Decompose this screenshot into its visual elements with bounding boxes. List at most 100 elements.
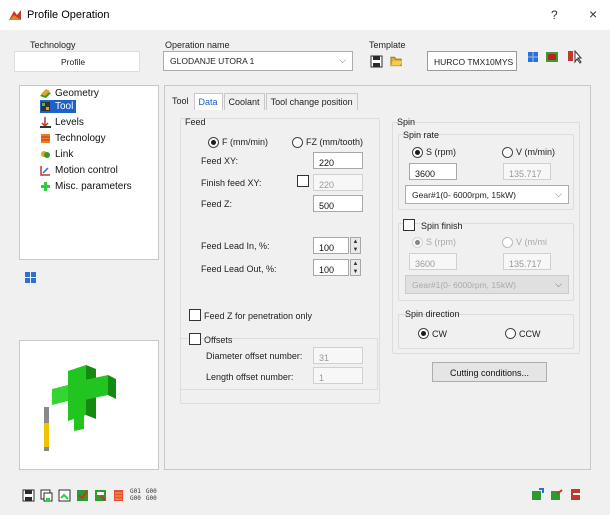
spin-title: Spin: [397, 117, 416, 127]
grid-view-icon[interactable]: [528, 52, 538, 62]
feed-f-label: F (mm/min): [222, 137, 268, 147]
tree-item-motion-control[interactable]: Motion control: [40, 164, 118, 177]
feed-fz-radio[interactable]: [292, 137, 303, 148]
spin-finish-checkbox[interactable]: [403, 219, 415, 231]
open-folder-icon[interactable]: [390, 54, 403, 67]
tree-item-levels[interactable]: Levels: [40, 116, 84, 129]
save-icon[interactable]: [22, 489, 35, 502]
feed-lead-in-input[interactable]: 100: [313, 237, 349, 254]
tab-tool[interactable]: Tool: [168, 93, 193, 110]
tool-icon: [41, 102, 50, 111]
finish-feed-checkbox[interactable]: [297, 175, 309, 187]
save-template-icon[interactable]: [370, 55, 383, 68]
diameter-offset-label: Diameter offset number:: [206, 351, 303, 361]
spin-v-input[interactable]: 135.717: [503, 163, 551, 180]
tree-item-geometry[interactable]: Geometry: [40, 87, 99, 100]
feed-fz-label: FZ (mm/tooth): [306, 137, 364, 147]
export-operation-icon[interactable]: [550, 488, 563, 501]
spin-v-radio[interactable]: [502, 147, 513, 158]
offsets-checkbox[interactable]: [189, 333, 201, 345]
finish-feed-xy-input[interactable]: 220: [313, 174, 363, 191]
feed-z-penetration-checkbox[interactable]: [189, 309, 201, 321]
spin-s-input[interactable]: 3600: [409, 163, 457, 180]
spin-gear-combo[interactable]: Gear#1(0- 6000rpm, 15kW) ⌵: [405, 185, 569, 204]
tree-item-tool[interactable]: Tool: [40, 100, 77, 113]
feed-z-label: Feed Z:: [201, 199, 233, 209]
feed-z-input[interactable]: 500: [313, 195, 363, 212]
tree-item-link[interactable]: Link: [40, 148, 73, 161]
spin-cw-radio[interactable]: [418, 328, 429, 339]
diameter-offset-input[interactable]: 31: [313, 347, 363, 364]
spin-finish-s-radio[interactable]: [412, 237, 423, 248]
feed-xy-input[interactable]: 220: [313, 152, 363, 169]
save-all-icon[interactable]: [58, 489, 71, 502]
feed-lead-out-label: Feed Lead Out, %:: [201, 264, 277, 274]
spin-ccw-radio[interactable]: [505, 328, 516, 339]
exit-icon[interactable]: [569, 488, 582, 501]
spin-finish-v-label: V (m/mi: [516, 237, 547, 247]
save-copy-icon[interactable]: [40, 489, 53, 502]
finish-feed-xy-label: Finish feed XY:: [201, 178, 262, 188]
tab-coolant[interactable]: Coolant: [223, 93, 265, 110]
title-bar: Profile Operation ? ×: [0, 0, 610, 30]
pointer-info-icon[interactable]: [567, 49, 583, 64]
offsets-title: Offsets: [204, 335, 233, 345]
operation-name-combo[interactable]: GLODANJE UTORA 1 ⌵: [163, 51, 353, 71]
tree-item-misc-parameters[interactable]: Misc. parameters: [40, 180, 132, 193]
feed-lead-out-input[interactable]: 100: [313, 259, 349, 276]
spin-finish-gear-combo[interactable]: Gear#1(0- 6000rpm, 15kW) ⌵: [405, 275, 569, 294]
spin-s-radio[interactable]: [412, 147, 423, 158]
windows-grid-icon[interactable]: [25, 272, 37, 284]
cutting-conditions-button[interactable]: Cutting conditions...: [432, 362, 547, 382]
bottom-right-toolbar: [531, 488, 582, 501]
machine-setup-icon[interactable]: [545, 50, 559, 64]
feed-lead-out-spinner[interactable]: ▲ ▼: [350, 259, 361, 276]
add-operation-icon[interactable]: [531, 488, 544, 501]
length-offset-label: Length offset number:: [206, 372, 294, 382]
technology-field: Profile: [14, 51, 140, 72]
spin-gear-value: Gear#1(0- 6000rpm, 15kW): [412, 190, 516, 200]
technology-value: Profile: [61, 57, 86, 67]
tool-holder-graphic: [44, 365, 116, 451]
spin-finish-s-label: S (rpm): [426, 237, 456, 247]
motion-control-icon: [40, 166, 50, 176]
feed-lead-in-label: Feed Lead In, %:: [201, 241, 270, 251]
simulate-icon[interactable]: [112, 489, 125, 502]
operation-name-label: Operation name: [165, 40, 230, 50]
spin-ccw-label: CCW: [519, 329, 541, 339]
feed-title: Feed: [185, 117, 206, 127]
tool-preview: [19, 340, 159, 470]
spin-direction-title: Spin direction: [405, 309, 460, 319]
operation-name-value: GLODANJE UTORA 1: [170, 56, 255, 66]
geometry-icon: [40, 89, 51, 98]
chevron-down-icon: ⌵: [555, 279, 562, 289]
technology-label: Technology: [30, 40, 76, 50]
template-label: Template: [369, 40, 406, 50]
help-button[interactable]: ?: [551, 8, 558, 22]
feed-xy-label: Feed XY:: [201, 156, 239, 166]
tab-tool-change-position[interactable]: Tool change position: [265, 93, 358, 110]
tab-data[interactable]: Data: [193, 93, 223, 110]
gcode-preview-icon[interactable]: G00 G00: [146, 488, 157, 502]
spin-finish-s-input[interactable]: 3600: [409, 253, 457, 270]
spin-finish-v-input[interactable]: 135.717: [503, 253, 551, 270]
chevron-down-icon: ⌵: [339, 55, 346, 65]
calculate-icon[interactable]: [76, 489, 89, 502]
machine-value: HURCO TMX10MYS: [434, 57, 514, 67]
spin-s-label: S (rpm): [426, 147, 456, 157]
technology-group: Technology Profile: [8, 40, 146, 74]
length-offset-input[interactable]: 1: [313, 367, 363, 384]
operation-tree: Geometry Tool Levels Technology Link Mot…: [19, 85, 159, 260]
spin-rate-title: Spin rate: [403, 130, 440, 140]
close-button[interactable]: ×: [589, 6, 597, 22]
gcode-icon[interactable]: G01 G00: [130, 488, 141, 502]
machine-field: HURCO TMX10MYS: [427, 51, 517, 71]
calculate-save-icon[interactable]: [94, 489, 107, 502]
feed-z-penetration-label: Feed Z for penetration only: [204, 311, 313, 321]
window-title: Profile Operation: [27, 9, 110, 21]
spin-finish-v-radio[interactable]: [502, 237, 513, 248]
feed-lead-in-spinner[interactable]: ▲ ▼: [350, 237, 361, 254]
link-icon: [41, 151, 50, 158]
feed-f-radio[interactable]: [208, 137, 219, 148]
tree-item-technology[interactable]: Technology: [40, 132, 106, 145]
